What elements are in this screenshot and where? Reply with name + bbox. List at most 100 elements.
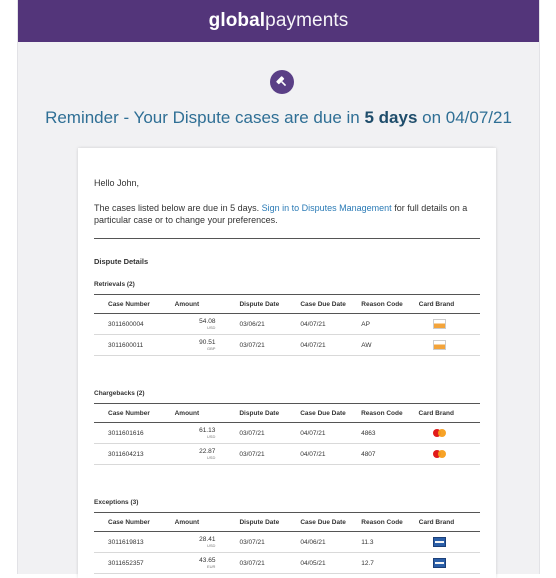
column-header: Dispute Date [233,512,295,532]
visa-icon [432,537,446,547]
table-row[interactable]: 3011601616 61.13 USD 03/07/21 04/07/21 4863 [94,422,480,444]
headline-suffix: on 04/07/21 [417,108,512,127]
dispute-date: 03/07/21 [233,552,295,574]
section-subtitle: Exceptions (3) [94,499,139,506]
table-header-row: Case Number Amount Dispute Date Case Due Da… [94,512,480,532]
card-brand-cell [412,531,480,553]
amount-value: 61.13 [199,426,216,434]
amount-cell: 61.13 USD [168,422,234,444]
reason-code: 11.3 [355,531,413,553]
amount-cell: 54.08 USD [168,313,234,335]
amount-currency: EUR [207,563,216,569]
intro-text: The cases listed below are due in 5 days… [94,202,484,226]
mastercard-icon [432,429,447,437]
case-number: 3011600004 [94,313,169,335]
case-number: 3011619813 [94,531,169,553]
table-row[interactable]: 3011600004 54.08 USD 03/06/21 04/07/21 AP [94,313,480,335]
page-headline: Reminder - Your Dispute cases are due in… [18,108,539,128]
section-subtitle: Retrievals (2) [94,281,135,288]
greeting: Hello John, [94,178,140,188]
table-row[interactable]: 3011600011 90.51 GBP 03/07/21 04/07/21 AW [94,334,480,356]
mastercard-icon [432,450,447,458]
column-header: Reason Code [355,294,413,314]
card-brand-cell [412,313,480,335]
column-header: Amount [168,403,234,423]
table-row[interactable]: 3011652357 43.65 EUR 03/07/21 04/05/21 12.7 [94,552,480,574]
case-number: 3011652357 [94,552,169,574]
maestro-icon [432,340,446,350]
column-header: Dispute Date [233,403,295,423]
card-brand-cell [412,443,480,465]
headline-days: 5 days [364,108,418,127]
column-header: Card Brand [412,512,480,532]
amount-value: 43.65 [199,556,216,564]
column-header: Reason Code [355,403,413,423]
reason-code: 4807 [355,443,413,465]
table-row[interactable]: 3011619813 28.41 USD 03/07/21 04/06/21 11.3 [94,531,480,553]
case-due-date: 04/06/21 [294,531,356,553]
amount-cell: 22.87 USD [168,443,234,465]
maestro-icon [432,319,446,329]
amount-currency: USD [207,324,216,330]
amount-cell: 28.41 USD [168,531,234,553]
email-card: Hello John, The cases listed below are d… [78,148,496,578]
cases-table: Case Number Amount Dispute Date Case Due Da… [94,294,480,356]
disputes-signin-link[interactable]: Sign in to Disputes Management [262,203,392,213]
column-header: Card Brand [412,294,480,314]
column-header: Amount [168,294,234,314]
column-header: Dispute Date [233,294,295,314]
dispute-date: 03/07/21 [233,443,295,465]
section-subtitle: Chargebacks (2) [94,390,145,397]
amount-cell: 43.65 EUR [168,552,234,574]
dispute-date: 03/07/21 [233,422,295,444]
case-due-date: 04/05/21 [294,552,356,574]
intro-before-link: The cases listed below are due in 5 days… [94,203,262,213]
table-row[interactable]: 3011604213 22.87 USD 03/07/21 04/07/21 4807 [94,443,480,465]
divider [94,238,480,239]
column-header: Case Number [94,512,169,532]
case-number: 3011601616 [94,422,169,444]
logo-light-text: payments [265,10,349,31]
amount-currency: GBP [207,345,216,351]
reason-code: 4863 [355,422,413,444]
column-header: Case Number [94,294,169,314]
column-header: Reason Code [355,512,413,532]
column-header: Amount [168,512,234,532]
reason-code: AW [355,334,413,356]
amount-currency: USD [206,454,216,460]
case-due-date: 04/07/21 [294,443,356,465]
case-number: 3011600011 [94,334,169,356]
dispute-date: 03/07/21 [233,531,295,553]
amount-value: 90.51 [199,338,216,346]
email-shell: global payments Reminder - Your Dispute c… [17,0,540,578]
cases-table: Case Number Amount Dispute Date Case Due Da… [94,512,480,574]
column-header: Card Brand [412,403,480,423]
amount-value: 28.41 [199,535,216,543]
reason-code: 12.7 [355,552,413,574]
dispute-details-title: Dispute Details [94,257,149,266]
dispute-date: 03/07/21 [233,334,295,356]
dispute-date: 03/06/21 [233,313,295,335]
column-header: Case Due Date [294,403,356,423]
card-brand-cell [412,552,480,574]
headline-prefix: Reminder - Your Dispute cases are due in [45,108,365,127]
gavel-icon [270,70,294,94]
table-header-row: Case Number Amount Dispute Date Case Due Da… [94,294,480,314]
card-brand-cell [412,422,480,444]
logo-bold-text: global [208,10,266,31]
column-header: Case Due Date [294,294,356,314]
reason-code: AP [355,313,413,335]
case-due-date: 04/07/21 [294,334,356,356]
visa-icon [432,558,446,568]
column-header: Case Number [94,403,169,423]
amount-currency: USD [206,433,216,439]
amount-currency: USD [207,542,216,548]
case-due-date: 04/07/21 [294,422,356,444]
case-number: 3011604213 [94,443,169,465]
table-header-row: Case Number Amount Dispute Date Case Due Da… [94,403,480,423]
cases-table: Case Number Amount Dispute Date Case Due Da… [94,403,480,465]
amount-value: 22.87 [199,447,216,455]
amount-cell: 90.51 GBP [168,334,234,356]
amount-value: 54.08 [199,317,216,325]
brand-banner: global payments [18,0,539,42]
